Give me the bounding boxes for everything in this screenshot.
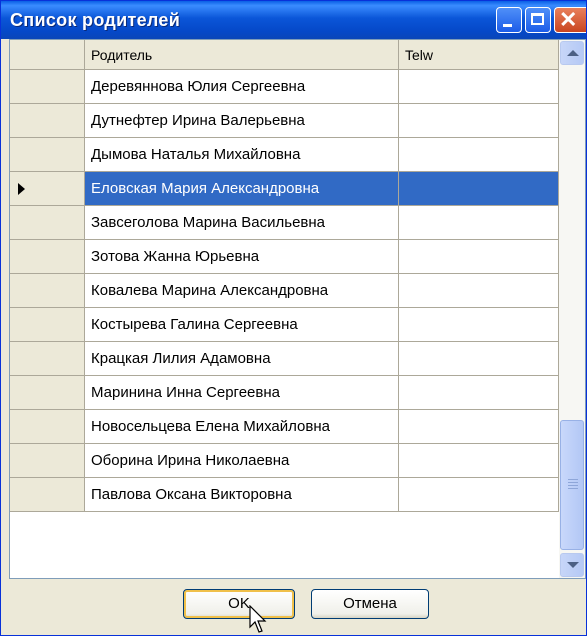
column-header-parent[interactable]: Родитель — [85, 40, 399, 70]
cell-tel[interactable] — [399, 70, 559, 104]
row-selector[interactable] — [10, 308, 85, 342]
cell-parent-name[interactable]: Крацкая Лилия Адамовна — [85, 342, 399, 376]
cell-parent-name[interactable]: Новосельцева Елена Михайловна — [85, 410, 399, 444]
cell-tel[interactable] — [399, 308, 559, 342]
chevron-down-icon — [567, 562, 579, 568]
table-row[interactable]: Оборина Ирина Николаевна — [10, 444, 559, 478]
cancel-button[interactable]: Отмена — [311, 589, 429, 619]
row-selector[interactable] — [10, 70, 85, 104]
scroll-down-button[interactable] — [560, 553, 584, 577]
cell-parent-name[interactable]: Завсеголова Марина Васильевна — [85, 206, 399, 240]
cell-tel[interactable] — [399, 172, 559, 206]
minimize-button[interactable] — [496, 7, 522, 33]
row-selector[interactable] — [10, 206, 85, 240]
close-icon: ✕ — [559, 7, 578, 32]
cell-tel[interactable] — [399, 240, 559, 274]
row-header-corner — [10, 40, 85, 70]
table-row[interactable]: Маринина Инна Сергеевна — [10, 376, 559, 410]
table-row[interactable]: Дымова Наталья Михайловна — [10, 138, 559, 172]
mouse-cursor-icon — [249, 605, 267, 633]
minimize-icon — [503, 24, 512, 27]
cell-parent-name[interactable]: Оборина Ирина Николаевна — [85, 444, 399, 478]
table-row[interactable]: Дутнефтер Ирина Валерьевна — [10, 104, 559, 138]
close-button[interactable]: ✕ — [554, 7, 586, 33]
grip-line — [568, 488, 578, 489]
cell-tel[interactable] — [399, 376, 559, 410]
table-row[interactable]: Новосельцева Елена Михайловна — [10, 410, 559, 444]
table-row[interactable]: Павлова Оксана Викторовна — [10, 478, 559, 512]
cell-parent-name[interactable]: Деревяннова Юлия Сергеевна — [85, 70, 399, 104]
cell-tel[interactable] — [399, 138, 559, 172]
scroll-up-button[interactable] — [560, 41, 584, 65]
cell-tel[interactable] — [399, 444, 559, 478]
window-title: Список родителей — [10, 10, 181, 30]
row-selector[interactable] — [10, 478, 85, 512]
table-row[interactable]: Зотова Жанна Юрьевна — [10, 240, 559, 274]
title-bar[interactable]: Список родителей ✕ — [1, 1, 586, 39]
cell-tel[interactable] — [399, 104, 559, 138]
cell-tel[interactable] — [399, 206, 559, 240]
scroll-thumb[interactable] — [560, 420, 584, 550]
row-selector[interactable] — [10, 410, 85, 444]
row-selector[interactable] — [10, 104, 85, 138]
cell-tel[interactable] — [399, 274, 559, 308]
row-selector[interactable] — [10, 240, 85, 274]
parents-grid[interactable]: Родитель Telw Деревяннова Юлия Сергеевна… — [9, 39, 586, 579]
table-row[interactable]: Крацкая Лилия Адамовна — [10, 342, 559, 376]
cell-tel[interactable] — [399, 478, 559, 512]
table-row[interactable]: Костырева Галина Сергеевна — [10, 308, 559, 342]
column-header-tel[interactable]: Telw — [399, 40, 559, 70]
cell-parent-name[interactable]: Костырева Галина Сергеевна — [85, 308, 399, 342]
maximize-button[interactable] — [525, 7, 551, 33]
cell-tel[interactable] — [399, 342, 559, 376]
parents-dialog: Список родителей ✕ Родитель Telw Деревян… — [0, 0, 587, 636]
grip-line — [568, 485, 578, 486]
ok-button[interactable]: OK — [183, 589, 295, 619]
table-row[interactable]: Ковалева Марина Александровна — [10, 274, 559, 308]
row-selector[interactable] — [10, 342, 85, 376]
table-row[interactable]: Завсеголова Марина Васильевна — [10, 206, 559, 240]
table-row[interactable]: Деревяннова Юлия Сергеевна — [10, 70, 559, 104]
row-selector[interactable] — [10, 172, 85, 206]
row-selector[interactable] — [10, 376, 85, 410]
chevron-up-icon — [567, 50, 579, 56]
grip-line — [568, 482, 578, 483]
cell-parent-name[interactable]: Еловская Мария Александровна — [85, 172, 399, 206]
row-selector[interactable] — [10, 444, 85, 478]
current-row-arrow-icon — [18, 183, 25, 195]
cell-parent-name[interactable]: Зотова Жанна Юрьевна — [85, 240, 399, 274]
cell-parent-name[interactable]: Ковалева Марина Александровна — [85, 274, 399, 308]
maximize-icon — [531, 13, 544, 25]
vertical-scrollbar[interactable] — [559, 40, 585, 578]
row-selector[interactable] — [10, 138, 85, 172]
row-selector[interactable] — [10, 274, 85, 308]
grip-line — [568, 479, 578, 480]
cell-parent-name[interactable]: Маринина Инна Сергеевна — [85, 376, 399, 410]
cell-tel[interactable] — [399, 410, 559, 444]
table-row[interactable]: Еловская Мария Александровна — [10, 172, 559, 206]
cell-parent-name[interactable]: Дымова Наталья Михайловна — [85, 138, 399, 172]
cell-parent-name[interactable]: Дутнефтер Ирина Валерьевна — [85, 104, 399, 138]
cell-parent-name[interactable]: Павлова Оксана Викторовна — [85, 478, 399, 512]
